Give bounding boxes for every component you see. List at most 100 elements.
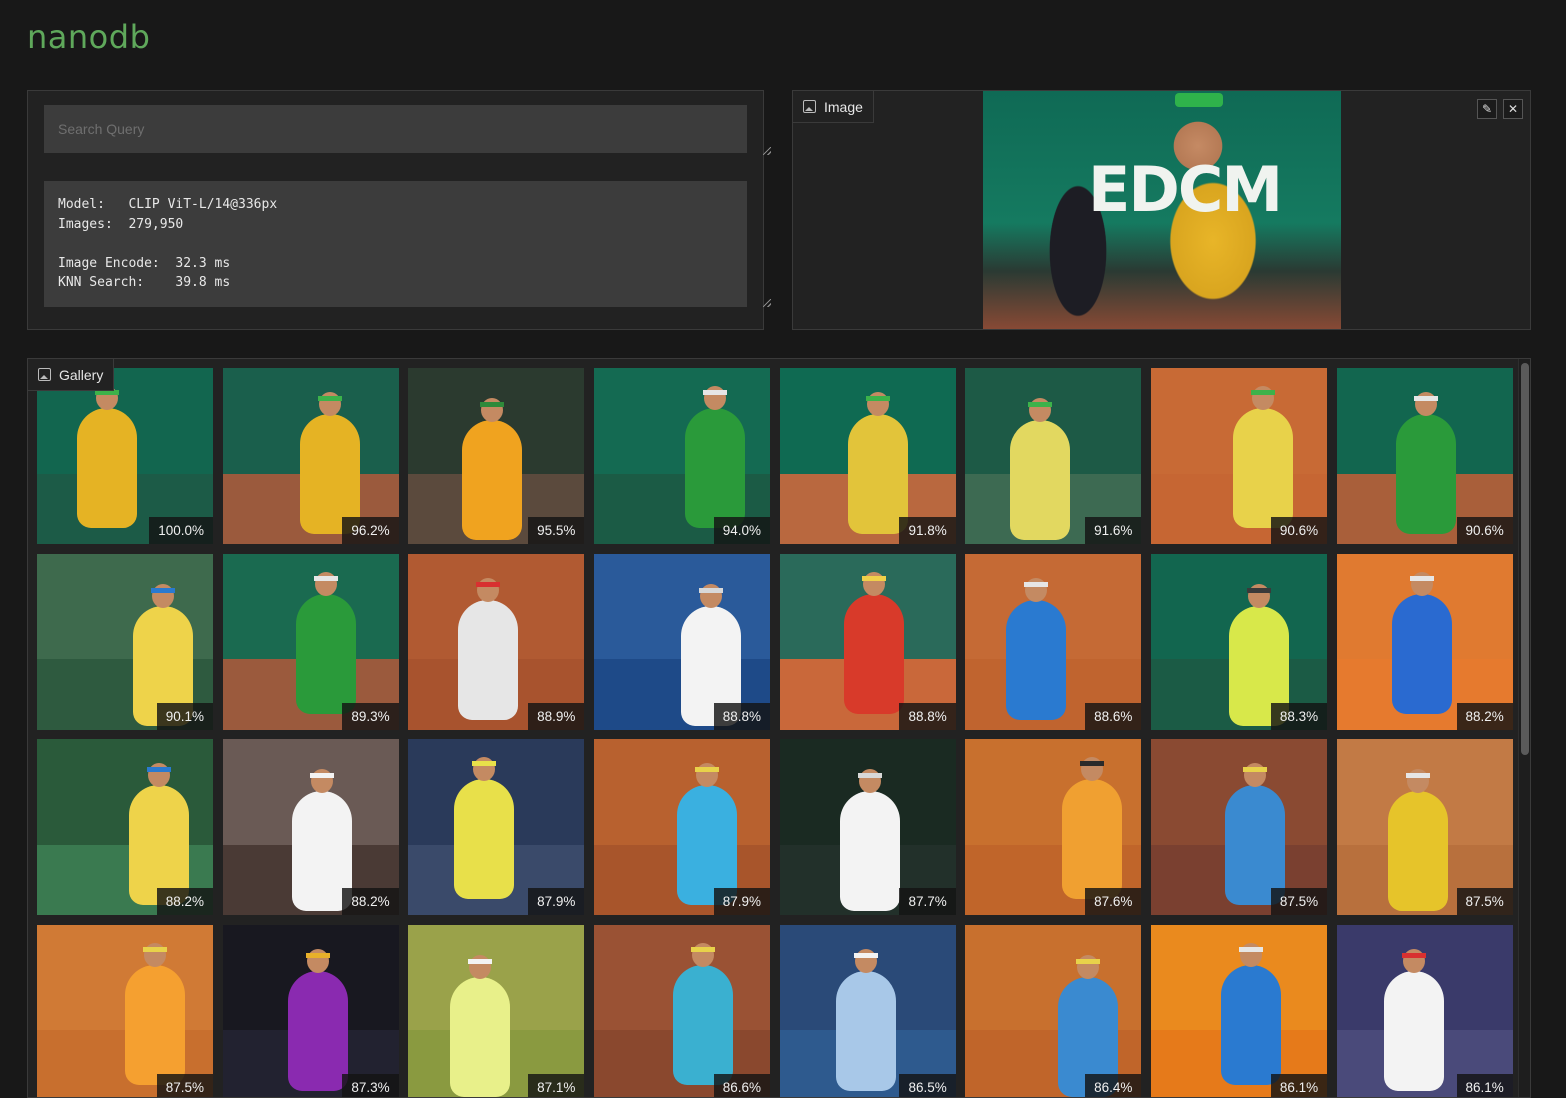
headband (1175, 93, 1223, 107)
player-headband (310, 773, 334, 778)
player-headband (1028, 402, 1052, 407)
image-icon (803, 100, 816, 113)
gallery-grid: 100.0%96.2% 95.5% 94.0% 91.8% 91.6% 90.6% 90.6… (37, 368, 1513, 1098)
player-headband (1410, 576, 1434, 581)
similarity-score: 87.5% (1271, 888, 1327, 915)
stats-output: Model: CLIP ViT-L/14@336px Images: 279,9… (44, 181, 747, 307)
player-headband (1251, 390, 1275, 395)
gallery-thumbnail[interactable]: 90.6% (1337, 368, 1513, 544)
image-panel-label: Image (793, 91, 874, 123)
player-figure (673, 965, 733, 1085)
player-figure (1388, 791, 1448, 911)
gallery-thumbnail[interactable]: 88.9% (408, 554, 584, 730)
similarity-score: 86.1% (1457, 1074, 1513, 1098)
player-headband (691, 947, 715, 952)
gallery-panel: Gallery 100.0%96.2% 95.5% 94.0% 91.8% 91.6% 9… (27, 358, 1531, 1098)
similarity-score: 95.5% (528, 517, 584, 544)
image-icon (38, 368, 51, 381)
similarity-score: 91.6% (1085, 517, 1141, 544)
gallery-thumbnail[interactable]: 90.1% (37, 554, 213, 730)
gallery-thumbnail[interactable]: 94.0% (594, 368, 770, 544)
player-figure (462, 420, 522, 540)
gallery-thumbnail[interactable]: 88.2% (37, 739, 213, 915)
gallery-thumbnail[interactable]: 87.5% (1151, 739, 1327, 915)
pencil-icon[interactable]: ✎ (1477, 99, 1497, 119)
query-panel: Model: CLIP ViT-L/14@336px Images: 279,9… (27, 90, 764, 330)
player-figure (685, 408, 745, 528)
similarity-score: 88.8% (899, 703, 955, 730)
player-figure (454, 779, 514, 899)
similarity-score: 89.3% (342, 703, 398, 730)
player-figure (1225, 785, 1285, 905)
player-figure (1010, 420, 1070, 540)
gallery-thumbnail[interactable]: 90.6% (1151, 368, 1327, 544)
gallery-thumbnail[interactable]: 87.6% (965, 739, 1141, 915)
similarity-score: 94.0% (714, 517, 770, 544)
similarity-score: 88.6% (1085, 703, 1141, 730)
similarity-score: 88.2% (342, 888, 398, 915)
scrollbar-thumb[interactable] (1521, 363, 1529, 755)
gallery-scrollbar[interactable] (1518, 359, 1530, 1097)
banner-text: EDCM (1088, 153, 1281, 226)
gallery-thumbnail[interactable]: 87.7% (780, 739, 956, 915)
gallery-thumbnail[interactable]: 87.1% (408, 925, 584, 1098)
player-figure (125, 965, 185, 1085)
player-headband (314, 576, 338, 581)
similarity-score: 90.1% (157, 703, 213, 730)
player-headband (866, 396, 890, 401)
gallery-thumbnail[interactable]: 100.0% (37, 368, 213, 544)
similarity-score: 90.6% (1457, 517, 1513, 544)
player-figure (288, 971, 348, 1091)
player-headband (1024, 582, 1048, 587)
player-headband (472, 761, 496, 766)
similarity-score: 88.2% (1457, 703, 1513, 730)
gallery-thumbnail[interactable]: 87.9% (408, 739, 584, 915)
player-headband (1247, 588, 1271, 593)
gallery-thumbnail[interactable]: 86.1% (1337, 925, 1513, 1098)
gallery-thumbnail[interactable]: 88.6% (965, 554, 1141, 730)
gallery-thumbnail[interactable]: 88.3% (1151, 554, 1327, 730)
gallery-panel-label: Gallery (28, 359, 114, 391)
gallery-thumbnail[interactable]: 86.4% (965, 925, 1141, 1098)
gallery-thumbnail[interactable]: 88.2% (223, 739, 399, 915)
gallery-thumbnail[interactable]: 95.5% (408, 368, 584, 544)
search-resize-grip[interactable] (763, 147, 771, 155)
gallery-thumbnail[interactable]: 87.5% (37, 925, 213, 1098)
gallery-thumbnail[interactable]: 86.1% (1151, 925, 1327, 1098)
player-headband (1239, 947, 1263, 952)
player-headband (862, 576, 886, 581)
player-figure (1384, 971, 1444, 1091)
close-icon[interactable]: ✕ (1503, 99, 1523, 119)
player-figure (1392, 594, 1452, 714)
gallery-thumbnail[interactable]: 88.2% (1337, 554, 1513, 730)
gallery-thumbnail[interactable]: 87.5% (1337, 739, 1513, 915)
gallery-thumbnail[interactable]: 91.6% (965, 368, 1141, 544)
similarity-score: 86.5% (899, 1074, 955, 1098)
player-figure (458, 600, 518, 720)
similarity-score: 90.6% (1271, 517, 1327, 544)
similarity-score: 87.5% (1457, 888, 1513, 915)
player-headband (318, 396, 342, 401)
gallery-thumbnail[interactable]: 91.8% (780, 368, 956, 544)
similarity-score: 88.8% (714, 703, 770, 730)
gallery-thumbnail[interactable]: 88.8% (780, 554, 956, 730)
gallery-thumbnail[interactable]: 87.3% (223, 925, 399, 1098)
gallery-thumbnail[interactable]: 89.3% (223, 554, 399, 730)
similarity-score: 91.8% (899, 517, 955, 544)
search-query-input[interactable] (44, 105, 747, 153)
query-image[interactable]: EDCM (983, 91, 1341, 330)
player-headband (147, 767, 171, 772)
gallery-thumbnail[interactable]: 96.2% (223, 368, 399, 544)
player-figure (844, 594, 904, 714)
gallery-thumbnail[interactable]: 87.9% (594, 739, 770, 915)
player-headband (468, 959, 492, 964)
player-figure (848, 414, 908, 534)
player-figure (677, 785, 737, 905)
gallery-thumbnail[interactable]: 86.5% (780, 925, 956, 1098)
app-title: nanodb (27, 18, 150, 56)
gallery-thumbnail[interactable]: 86.6% (594, 925, 770, 1098)
player-figure (129, 785, 189, 905)
gallery-thumbnail[interactable]: 88.8% (594, 554, 770, 730)
stats-resize-grip[interactable] (763, 299, 771, 307)
similarity-score: 88.3% (1271, 703, 1327, 730)
